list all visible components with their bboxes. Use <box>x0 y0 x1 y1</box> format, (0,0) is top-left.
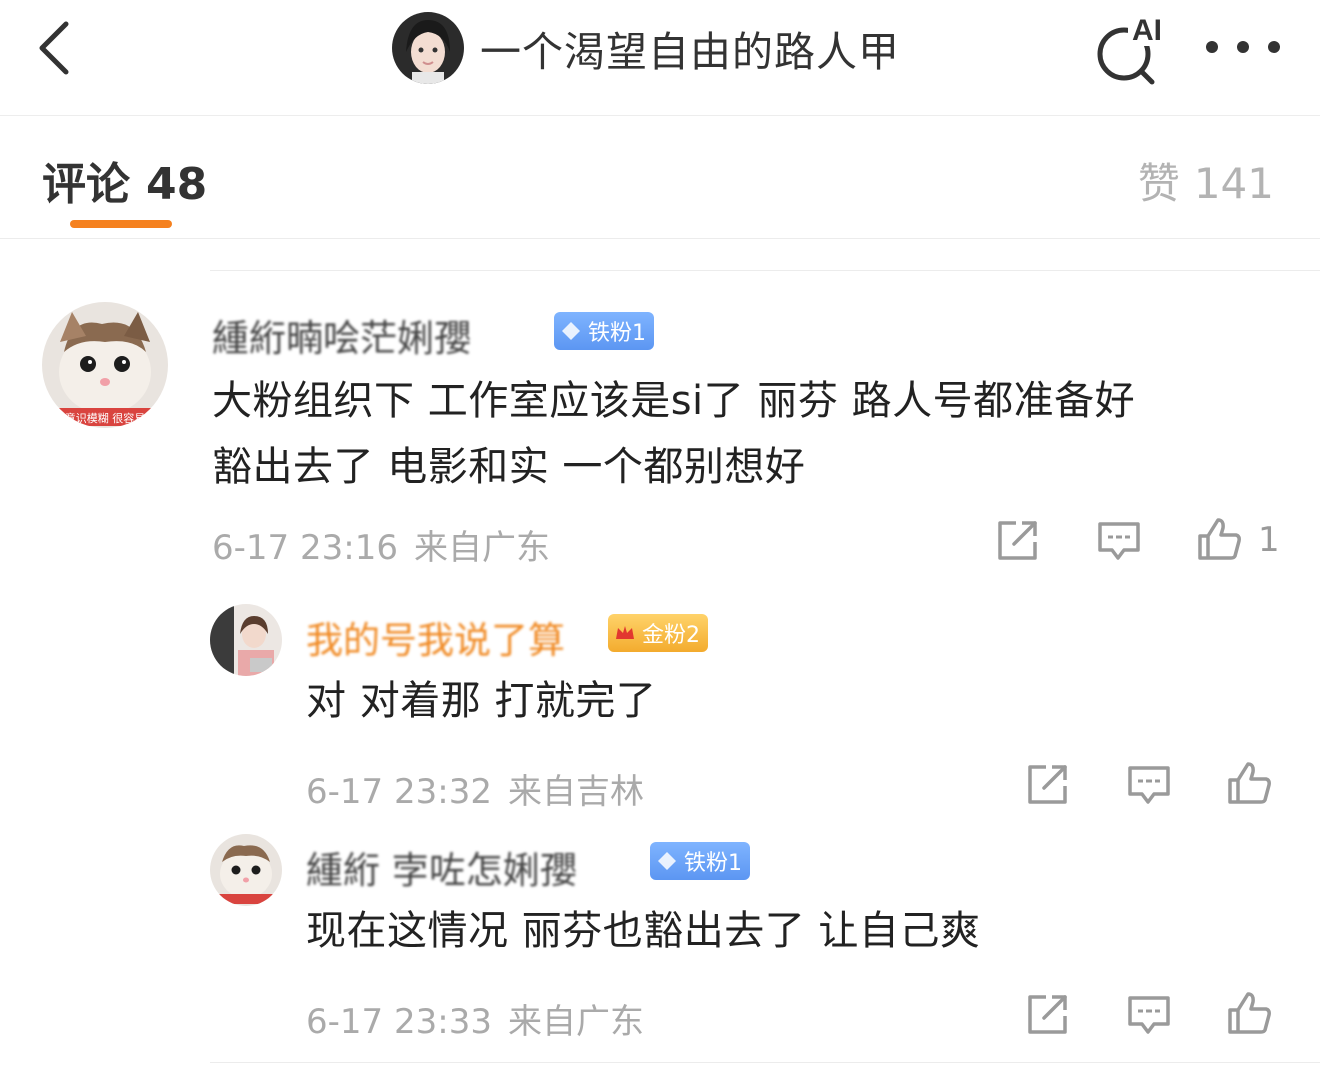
author-name[interactable]: 一个渴望自由的路人甲 <box>480 18 900 78</box>
ai-search-icon: AI <box>1097 12 1170 85</box>
reply-username[interactable]: 緟絎 孛咗怎娳孾 <box>306 840 577 894</box>
back-button[interactable] <box>30 16 86 80</box>
reply-button[interactable] <box>1126 992 1172 1038</box>
tab-comments[interactable]: 评论 48 <box>42 148 207 212</box>
reply-button[interactable] <box>1126 762 1172 808</box>
reply-text[interactable]: 对 对着那 打就完了 <box>306 668 656 734</box>
comment-text[interactable]: 大粉组织下 工作室应该是si了 丽芬 路人号都准备好 豁出去了 电影和实 一个都… <box>212 368 1135 500</box>
reply-icon <box>1128 996 1170 1034</box>
avatar[interactable]: 意识模糊 很容易 <box>42 302 168 428</box>
reply-button[interactable] <box>1096 518 1142 564</box>
like-count: 1 <box>1258 520 1280 560</box>
comment-location: 来自广东 <box>507 1002 644 1042</box>
avatar[interactable] <box>210 604 282 676</box>
share-button[interactable] <box>1024 762 1070 808</box>
avatar[interactable] <box>210 834 282 906</box>
thumbs-up-icon <box>1198 518 1241 560</box>
svg-text:AI: AI <box>1132 14 1162 47</box>
share-icon <box>1028 765 1067 804</box>
back-arrow-icon <box>39 21 69 75</box>
comment-location: 来自广东 <box>413 528 550 568</box>
fan-badge: 金粉2 <box>608 614 708 652</box>
thumbs-up-icon <box>1228 992 1271 1034</box>
post-author[interactable]: 一个渴望自由的路人甲 <box>392 12 900 84</box>
crown-icon <box>616 626 634 639</box>
share-button[interactable] <box>994 518 1040 564</box>
reply-icon <box>1098 522 1140 560</box>
active-tab-indicator <box>70 220 172 228</box>
diamond-icon <box>658 852 676 870</box>
fan-badge: 铁粉1 <box>554 312 654 350</box>
comment-time: 6-17 23:33 <box>306 1002 492 1042</box>
comment-time: 6-17 23:16 <box>212 528 398 568</box>
reply-icon <box>1128 766 1170 804</box>
more-icon <box>1206 41 1218 53</box>
share-icon <box>1028 995 1067 1034</box>
like-button[interactable] <box>1196 516 1242 562</box>
svg-text:意识模糊 很容易: 意识模糊 很容易 <box>65 411 146 425</box>
comment-time: 6-17 23:32 <box>306 772 492 812</box>
comment-location: 来自吉林 <box>507 772 644 812</box>
comments-count: 48 <box>146 159 208 210</box>
diamond-icon <box>562 322 580 340</box>
likes-count: 141 <box>1193 159 1274 208</box>
like-button[interactable] <box>1226 760 1272 806</box>
divider <box>210 270 1320 271</box>
reply-text[interactable]: 现在这情况 丽芬也豁出去了 让自己爽 <box>306 898 980 964</box>
reply-username[interactable]: 我的号我说了算 <box>306 610 565 664</box>
comment-meta: 6-17 23:32 来自吉林 <box>306 764 644 813</box>
comment-meta: 6-17 23:16 来自广东 <box>212 520 550 569</box>
author-avatar[interactable] <box>392 12 464 84</box>
comment-tabs: 评论 48 赞 141 <box>0 116 1320 239</box>
thumbs-up-icon <box>1228 762 1271 804</box>
tab-likes[interactable]: 赞 141 <box>1138 150 1274 211</box>
share-button[interactable] <box>1024 992 1070 1038</box>
like-button[interactable] <box>1226 990 1272 1036</box>
top-navigation-bar: 一个渴望自由的路人甲 AI <box>0 0 1320 116</box>
comment-meta: 6-17 23:33 来自广东 <box>306 994 644 1043</box>
more-options-button[interactable] <box>1206 34 1280 60</box>
divider <box>210 1062 1320 1063</box>
share-icon <box>998 521 1037 560</box>
comment-username[interactable]: 緟絎暔哙茫娳孾 <box>212 308 471 362</box>
ai-search-button[interactable]: AI <box>1090 10 1170 86</box>
fan-badge: 铁粉1 <box>650 842 750 880</box>
